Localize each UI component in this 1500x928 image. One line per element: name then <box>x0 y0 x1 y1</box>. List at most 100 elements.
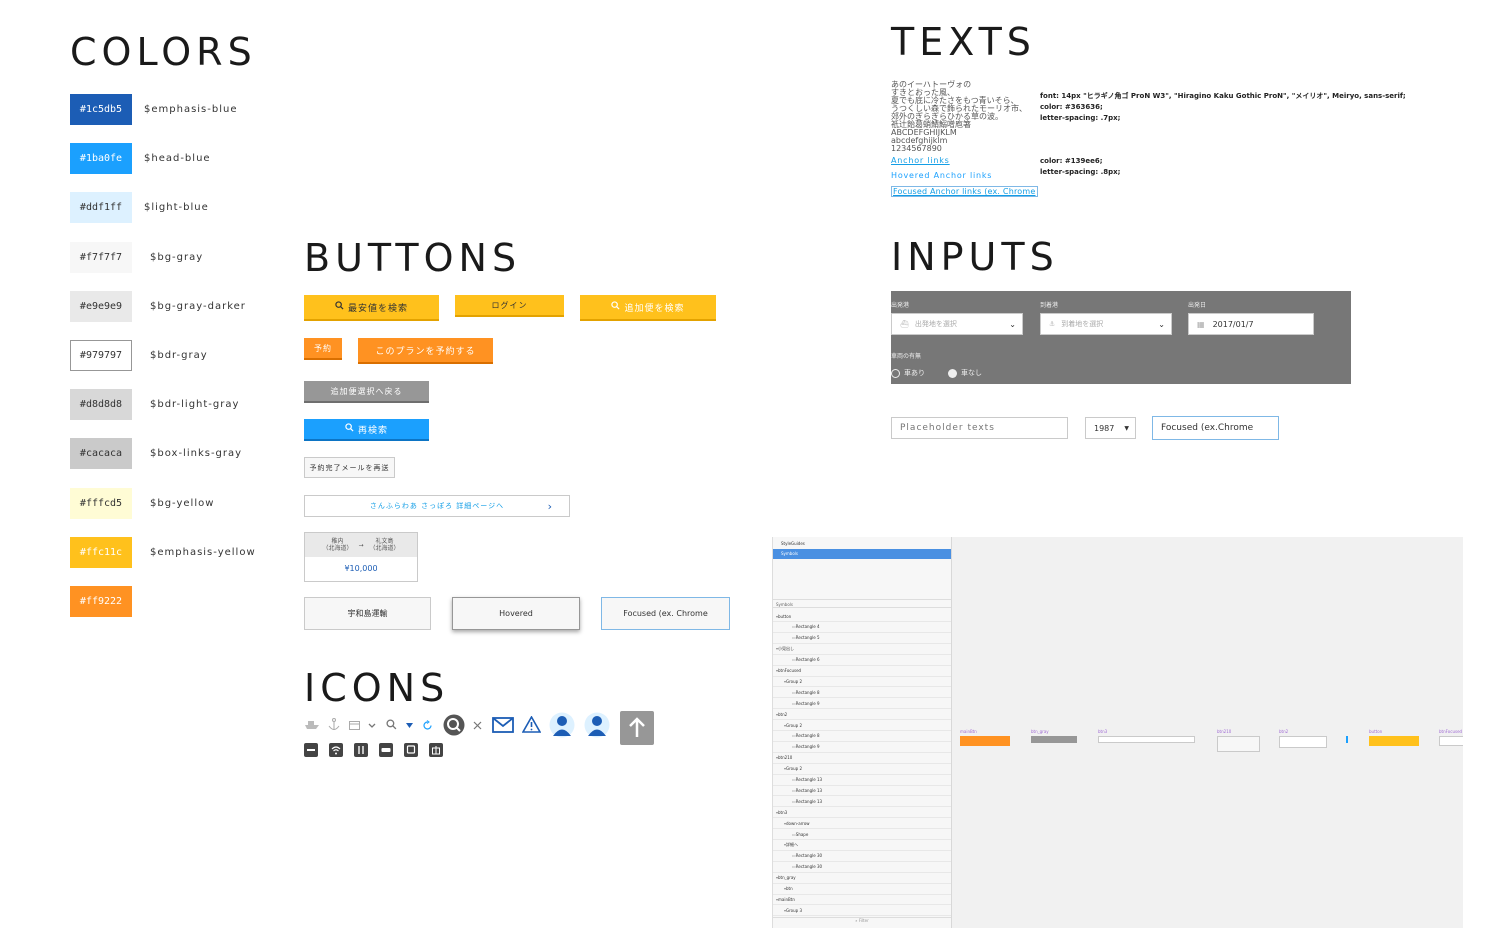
hovered-anchor-link[interactable]: Hovered Anchor links <box>891 171 992 180</box>
artboard[interactable] <box>1346 736 1348 743</box>
mail-icon <box>492 717 514 733</box>
search-icon <box>335 301 344 313</box>
sketch-layer-row[interactable]: ▭ Rectangle 8 <box>773 731 951 742</box>
back-button[interactable]: 追加便選択へ戻る <box>304 381 429 403</box>
year-select[interactable]: 1987 ▼ <box>1085 417 1136 439</box>
radio-unselected-icon <box>948 368 957 378</box>
icons-title: ICONS <box>304 666 450 710</box>
sketch-layer-row[interactable]: ▭ Rectangle 5 <box>773 633 951 644</box>
sketch-layer-label: Rectangle 13 <box>795 787 823 793</box>
route-price-card[interactable]: 稚内 （北海道） → 礼文島 （北海道） ¥10,000 <box>304 532 418 582</box>
search-cheapest-button[interactable]: 最安値を検索 <box>304 295 439 321</box>
sketch-layer-row[interactable]: ▾ btnFocused <box>773 666 951 677</box>
scroll-top-icon[interactable] <box>620 711 654 745</box>
color-swatch: #f7f7f7 <box>70 241 132 273</box>
artboard[interactable] <box>1031 736 1077 743</box>
resend-mail-button[interactable]: 予約完了メールを再送 <box>304 457 395 478</box>
search-icon <box>386 719 397 730</box>
artboard[interactable] <box>1439 736 1463 746</box>
detail-page-label: さんふらわあ さっぽろ 詳細ページへ <box>369 502 505 510</box>
sketch-layer-row[interactable]: ▾ Group 2 <box>773 764 951 775</box>
user-avatar-icon <box>549 712 575 738</box>
sketch-layer-row[interactable]: ▾ 詳細へ <box>773 840 951 851</box>
restaurant-icon <box>354 743 368 757</box>
sketch-layer-row[interactable]: ▾ btn_gray <box>773 873 951 884</box>
sample-text-line: 1234567890 <box>891 144 942 153</box>
detail-page-link[interactable]: さんふらわあ さっぽろ 詳細ページへ › <box>304 495 570 517</box>
arrive-port-select[interactable]: ⚓ 到着地を選択 ⌄ <box>1040 313 1172 335</box>
sketch-layer-row[interactable]: ▾ btn <box>773 884 951 895</box>
uwajima-label: 宇和島運輸 <box>347 609 388 618</box>
sketch-layer-row[interactable]: ▾ 小見出し <box>773 644 951 655</box>
artboard-label: btnFocused <box>1439 729 1463 734</box>
sketch-layer-row[interactable]: ▾ btn3 <box>773 807 951 819</box>
route-to: 礼文島 <box>375 538 394 545</box>
sketch-layer-row[interactable]: ▾ Group 3 <box>773 905 951 917</box>
radio-no[interactable]: 車なし <box>948 368 982 378</box>
sketch-layer-label: 小見出し <box>778 645 795 651</box>
hovered-button[interactable]: Hovered <box>452 597 580 630</box>
artboard[interactable] <box>1369 736 1419 746</box>
sketch-layer-row[interactable]: ▭ Rectangle 9 <box>773 698 951 710</box>
login-button[interactable]: ログイン <box>455 295 564 317</box>
sketch-layer-row[interactable]: ▾ button <box>773 611 951 622</box>
anchor-icon: ⚓ <box>1049 320 1056 328</box>
search-panel: 出発港 到着港 出発日 ⛴ 出発地を選択 ⌄ ⚓ 到着地を選択 ⌄ ▦ 2017… <box>891 291 1351 384</box>
placeholder-input[interactable] <box>891 417 1068 439</box>
sketch-layers-header: Symbols <box>773 599 951 608</box>
sketch-layer-row[interactable]: ▭ Rectangle 13 <box>773 796 951 808</box>
ship-icon <box>305 721 319 729</box>
research-button[interactable]: 再検索 <box>304 419 429 441</box>
artboard-label: btn_gray <box>1031 729 1049 734</box>
depart-port-select[interactable]: ⛴ 出発地を選択 ⌄ <box>891 313 1023 335</box>
focused-button[interactable]: Focused (ex. Chrome <box>601 597 730 630</box>
sketch-layer-label: Group 2 <box>786 722 803 728</box>
link-notes: color: #139ee6; letter-spacing: .8px; <box>1040 156 1120 178</box>
sketch-layer-row[interactable]: ▾ down-arrow <box>773 818 951 830</box>
sketch-filter-input[interactable]: ⌕ Filter <box>773 917 951 925</box>
sketch-layer-row[interactable]: ▾ mainBtn <box>773 894 951 906</box>
uwajima-button[interactable]: 宇和島運輸 <box>304 597 431 630</box>
sketch-layer-label: Rectangle 5 <box>795 635 820 641</box>
focused-input[interactable]: Focused (ex.Chrome <box>1152 416 1279 440</box>
artboard[interactable] <box>1279 736 1327 748</box>
sketch-layer-row[interactable]: ▭ Rectangle 30 <box>773 851 951 862</box>
artboard[interactable] <box>1217 736 1260 752</box>
artboard[interactable] <box>1098 736 1195 743</box>
focused-anchor-link[interactable]: Focused Anchor links (ex. Chrome <box>891 186 1038 197</box>
sketch-layer-row[interactable]: ▭ Rectangle 13 <box>773 785 951 797</box>
sketch-page-item-selected[interactable]: Symbols <box>773 549 951 559</box>
vehicle-label: 車両の有無 <box>891 353 922 360</box>
search-additional-button[interactable]: 追加便を検索 <box>580 295 716 321</box>
sketch-layer-row[interactable]: ▭ Rectangle 4 <box>773 622 951 633</box>
sketch-layer-row[interactable]: ▭ Rectangle 30 <box>773 862 951 873</box>
radio-yes[interactable]: 車あり <box>891 368 925 378</box>
color-swatch: #e9e9e9 <box>70 290 132 322</box>
reserve-button[interactable]: 予約 <box>304 338 342 360</box>
reserve-plan-button[interactable]: このプランを予約する <box>358 338 493 364</box>
sketch-layer-row[interactable]: ▭ Shape <box>773 829 951 840</box>
sketch-layer-row[interactable]: ▾ Group 2 <box>773 720 951 731</box>
sketch-layer-row[interactable]: ▾ btn210 <box>773 753 951 764</box>
color-variable-name: $bg-gray-darker <box>150 300 246 312</box>
sketch-layer-row[interactable]: ▭ Rectangle 9 <box>773 742 951 753</box>
sketch-layer-label: Group 2 <box>786 678 803 684</box>
color-swatch: #ffc11c <box>70 536 132 568</box>
sketch-layer-row[interactable]: ▾ Group 2 <box>773 676 951 688</box>
sketch-layer-row[interactable]: ▭ Rectangle 8 <box>773 687 951 699</box>
depart-date-input[interactable]: ▦ 2017/01/7 <box>1188 313 1314 335</box>
sketch-page-item[interactable]: StyleGuides <box>773 539 951 548</box>
focused-label: Focused (ex. Chrome <box>623 609 708 618</box>
search-icon <box>345 423 354 435</box>
close-icon[interactable] <box>473 721 482 730</box>
sketch-layer-row[interactable]: ▾ btn2 <box>773 709 951 721</box>
color-variable-name: $bg-gray <box>150 251 204 263</box>
research-label: 再検索 <box>357 425 388 436</box>
buttons-title: BUTTONS <box>304 236 522 280</box>
anchor-link[interactable]: Anchor links <box>891 156 950 165</box>
sketch-layer-row[interactable]: ▭ Rectangle 13 <box>773 775 951 786</box>
color-variable-name: $light-blue <box>144 202 209 214</box>
sketch-layer-row[interactable]: ▭ Rectangle 6 <box>773 655 951 666</box>
search-circle-icon[interactable] <box>443 714 465 736</box>
artboard[interactable] <box>960 736 1010 746</box>
